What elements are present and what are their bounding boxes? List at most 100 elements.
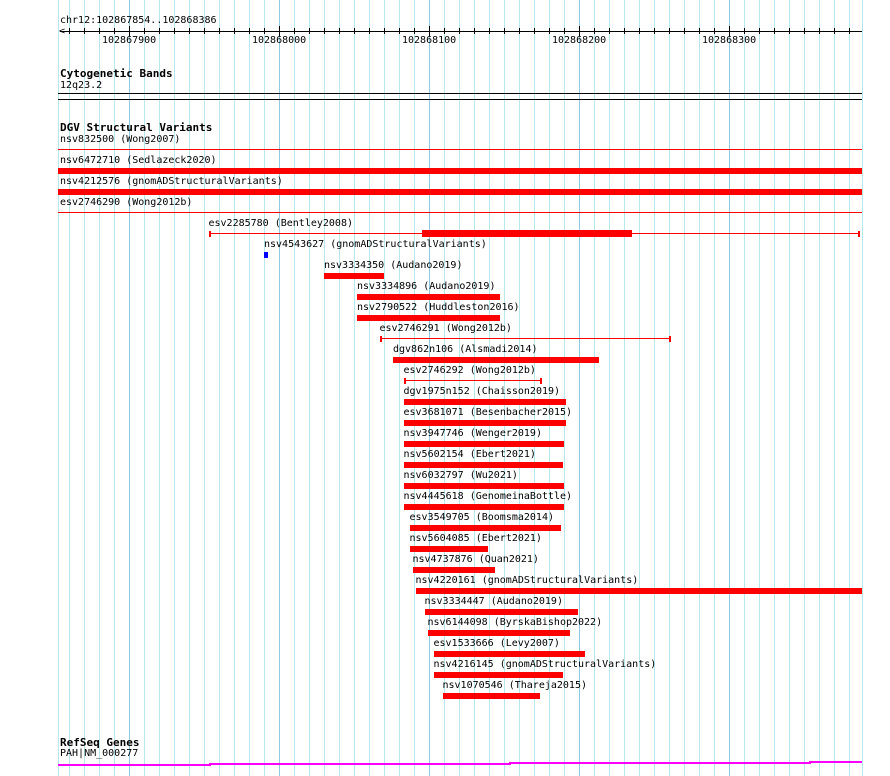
variant-bar[interactable]: [403, 504, 564, 510]
ruler-tick: [144, 28, 145, 34]
variant-label: esv2746292 (Wong2012b): [403, 365, 536, 376]
ruler-tick: [384, 28, 385, 34]
grid-line: [862, 0, 863, 776]
grid-line: [249, 0, 250, 776]
ruler-tick: [249, 28, 250, 34]
variant-bar[interactable]: [264, 252, 268, 258]
variant-label: nsv3334447 (Audano2019): [424, 596, 563, 607]
variant-label: nsv4445618 (GenomeinaBottle): [403, 491, 573, 502]
ruler-tick: [309, 28, 310, 34]
variant-label: esv3681071 (Besenbacher2015): [403, 407, 573, 418]
variant-bar[interactable]: [409, 525, 561, 531]
ruler-tick: [744, 28, 745, 34]
variant-label: esv1533666 (Levy2007): [433, 638, 560, 649]
grid-line: [189, 0, 190, 776]
variant-bar[interactable]: [403, 483, 564, 489]
variant-label: nsv6472710 (Sedlazeck2020): [60, 155, 217, 166]
ruler-tick: [534, 28, 535, 34]
variant-bar[interactable]: [433, 672, 563, 678]
grid-line: [264, 0, 265, 776]
left-arrow-icon[interactable]: <: [59, 26, 65, 37]
grid-line: [399, 0, 400, 776]
variant-bar[interactable]: [424, 609, 578, 615]
grid-line: [669, 0, 670, 776]
variant-bar[interactable]: [433, 651, 585, 657]
ruler-label: 102868000: [252, 35, 307, 46]
grid-line: [294, 0, 295, 776]
ruler-tick: [609, 28, 610, 34]
variant-bar[interactable]: [427, 630, 570, 636]
variant-label: dgv862n106 (Alsmadi2014): [393, 344, 538, 355]
variant-bar[interactable]: [393, 357, 599, 363]
grid-line: [114, 0, 115, 776]
variant-bar[interactable]: [412, 567, 495, 573]
variant-label: nsv6144098 (ByrskaBishop2022): [427, 617, 603, 628]
grid-line: [58, 0, 59, 776]
grid-line: [159, 0, 160, 776]
variant-end-tick: [208, 231, 211, 237]
ruler-tick: [444, 28, 445, 34]
ruler-label: 102868300: [702, 35, 757, 46]
variant-label: nsv4212576 (gnomADStructuralVariants): [60, 176, 283, 187]
variant-bar[interactable]: [403, 420, 566, 426]
variant-bar[interactable]: [421, 230, 632, 237]
ruler-tick: [189, 28, 190, 34]
gene-feature[interactable]: [0, 755, 890, 770]
grid-line: [129, 0, 130, 776]
variant-bar[interactable]: [58, 168, 862, 174]
variant-end-tick: [403, 378, 406, 384]
variant-bar[interactable]: [442, 693, 540, 699]
grid-line: [144, 0, 145, 776]
ruler-tick: [834, 28, 835, 34]
cytoband-label[interactable]: 12q23.2: [60, 80, 102, 91]
grid-line: [684, 0, 685, 776]
ruler-tick: [369, 28, 370, 34]
variant-bar[interactable]: [403, 462, 563, 468]
variant-bar[interactable]: [403, 399, 566, 405]
ruler-label: 102868200: [552, 35, 607, 46]
variant-bar[interactable]: [357, 315, 500, 321]
variant-end-tick: [857, 231, 860, 237]
variant-label: nsv4220161 (gnomADStructuralVariants): [415, 575, 639, 586]
ruler-tick: [294, 28, 295, 34]
variant-bar[interactable]: [324, 273, 384, 279]
ruler-tick: [549, 28, 550, 34]
ruler-tick: [639, 28, 640, 34]
variant-label: esv2746291 (Wong2012b): [379, 323, 512, 334]
grid-line: [234, 0, 235, 776]
ruler-tick: [204, 28, 205, 34]
cytoband-line: [58, 99, 862, 100]
ruler-tick: [219, 28, 220, 34]
variant-line[interactable]: [379, 338, 671, 339]
variant-label: nsv4216145 (gnomADStructuralVariants): [433, 659, 657, 670]
ruler-tick: [234, 28, 235, 34]
grid-line: [69, 0, 70, 776]
ruler-tick: [414, 28, 415, 34]
grid-line: [204, 0, 205, 776]
variant-line[interactable]: [403, 380, 542, 381]
variant-label: nsv5602154 (Ebert2021): [403, 449, 536, 460]
ruler-tick: [69, 28, 70, 34]
grid-line: [819, 0, 820, 776]
variant-bar[interactable]: [409, 546, 488, 552]
variant-bar[interactable]: [415, 588, 862, 594]
variant-bar[interactable]: [58, 189, 862, 195]
track-title-cytoband: Cytogenetic Bands: [60, 67, 173, 80]
variant-line[interactable]: [58, 212, 862, 213]
variant-bar[interactable]: [357, 294, 500, 300]
grid-line: [354, 0, 355, 776]
grid-line: [279, 0, 280, 776]
variant-bar[interactable]: [403, 441, 564, 447]
ruler-label: 102867900: [102, 35, 157, 46]
variant-label: nsv5604085 (Ebert2021): [409, 533, 542, 544]
ruler-tick: [99, 28, 100, 34]
variant-line[interactable]: [58, 149, 862, 150]
variant-label: nsv6032797 (Wu2021): [403, 470, 518, 481]
ruler-tick: [699, 28, 700, 34]
variant-label: nsv2790522 (Huddleston2016): [357, 302, 520, 313]
ruler-tick: [684, 28, 685, 34]
grid-line: [714, 0, 715, 776]
variant-label: nsv832500 (Wong2007): [60, 134, 181, 145]
grid-line: [369, 0, 370, 776]
ruler-tick: [759, 28, 760, 34]
